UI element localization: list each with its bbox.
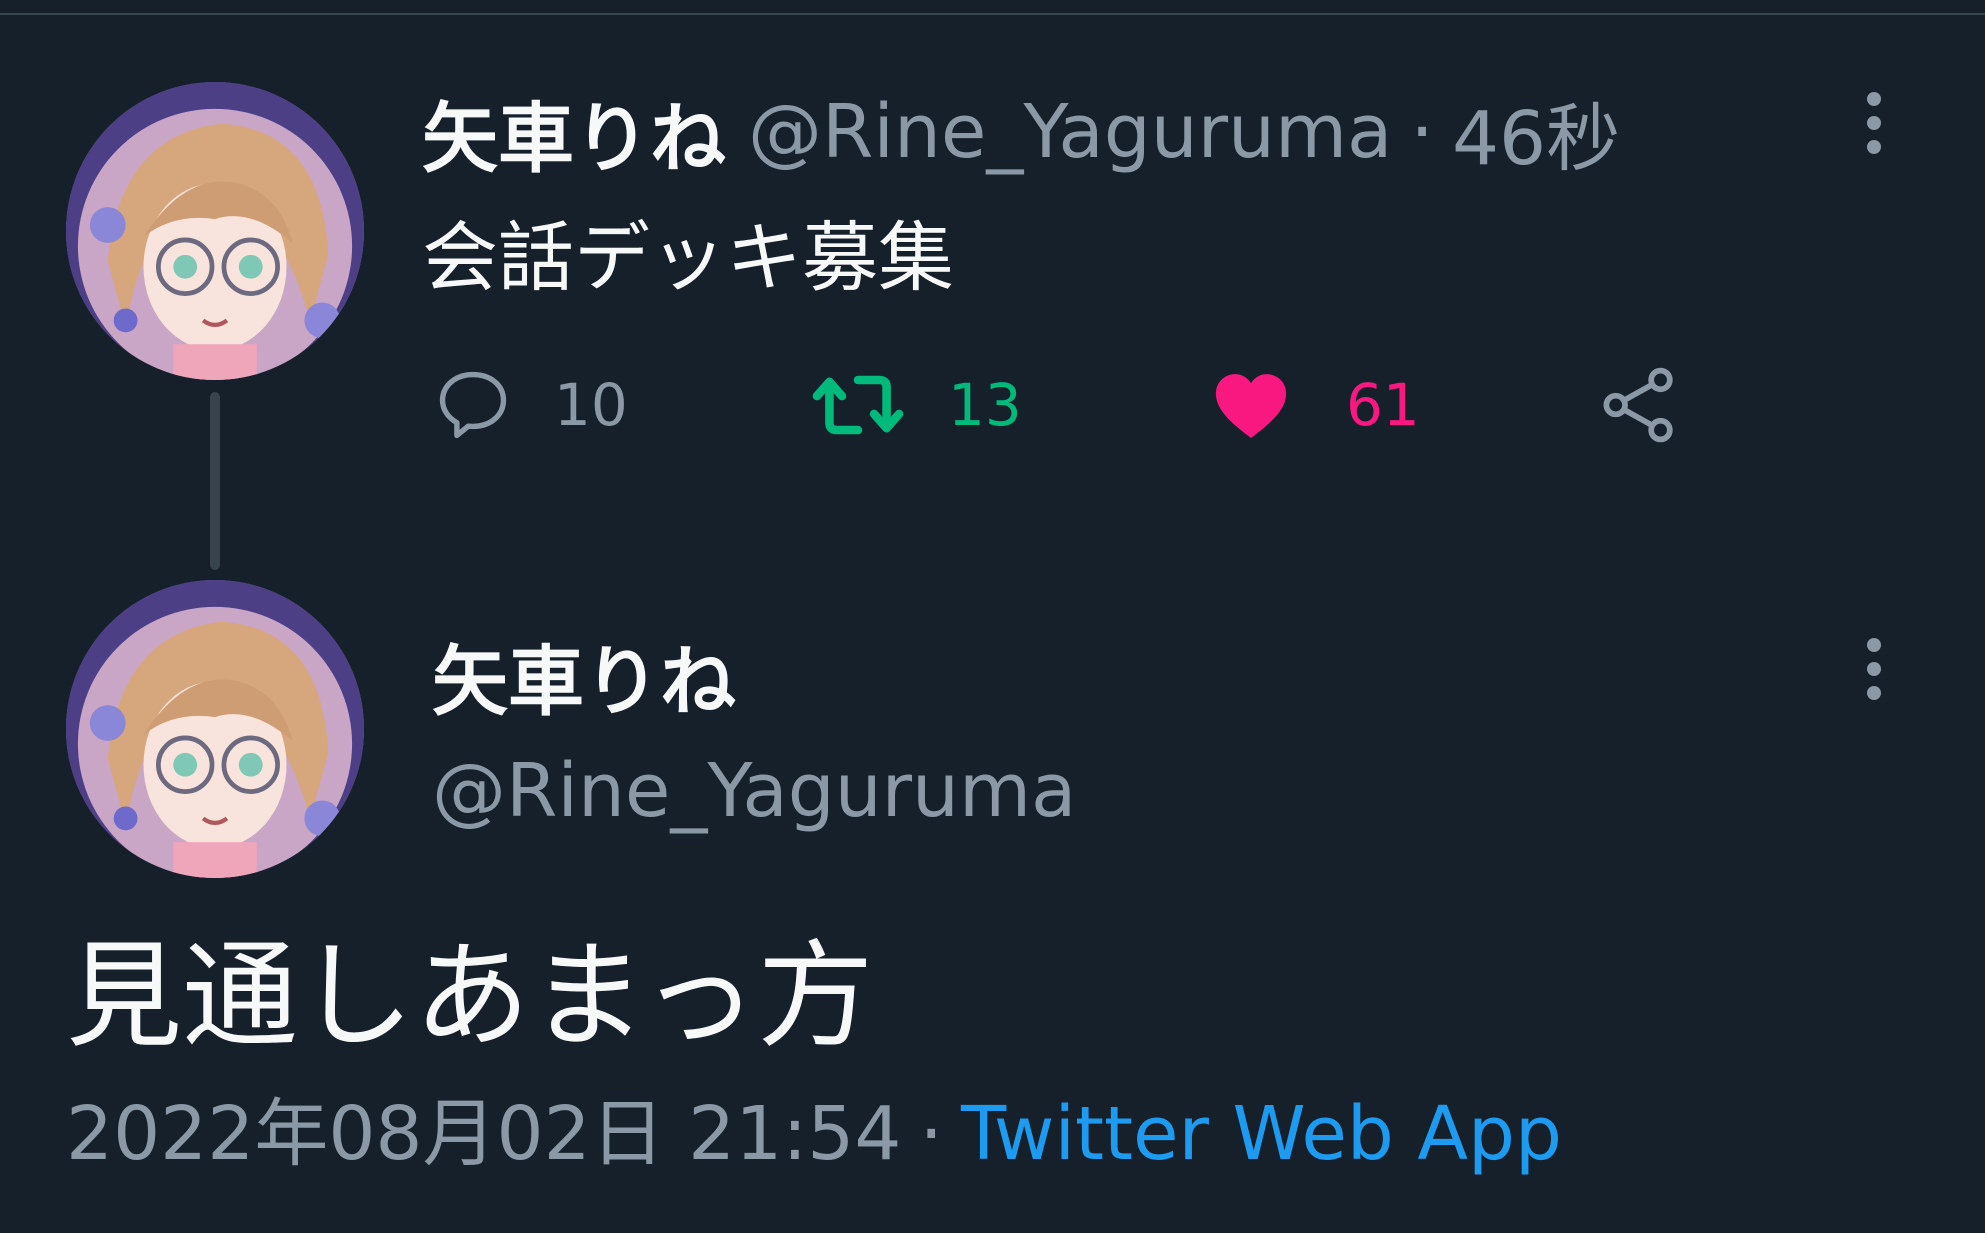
tweet-meta: 2022年08月02日 21:54 · Twitter Web App: [66, 1074, 1562, 1181]
avatar[interactable]: [66, 82, 364, 380]
user-handle[interactable]: @Rine_Yaguruma: [432, 748, 1076, 834]
thread-connector: [210, 392, 220, 570]
top-divider: [0, 0, 1985, 15]
tweet-text: 会話デッキ募集: [422, 213, 954, 302]
display-name[interactable]: 矢車りね: [422, 77, 726, 187]
tweet-header: 矢車りね @Rine_Yaguruma · 46秒: [422, 82, 1620, 183]
like-count: 61: [1346, 371, 1420, 439]
reply-icon: [439, 371, 507, 439]
tweet-time[interactable]: 46秒: [1452, 79, 1620, 186]
display-name[interactable]: 矢車りね: [432, 620, 736, 730]
avatar-image: [66, 580, 364, 878]
source-link[interactable]: Twitter Web App: [961, 1091, 1562, 1177]
tweet-datetime[interactable]: 2022年08月02日 21:54: [66, 1091, 901, 1177]
retweet-icon: [812, 375, 904, 435]
separator-dot: ·: [1410, 89, 1434, 175]
tweet-text: 見通しあまっ方: [66, 929, 874, 1064]
separator-dot: ·: [919, 1091, 943, 1177]
retweet-button[interactable]: 13: [808, 360, 1022, 450]
avatar-image: [66, 82, 364, 380]
user-handle[interactable]: @Rine_Yaguruma: [748, 89, 1392, 175]
retweet-count: 13: [948, 371, 1022, 439]
reply-button[interactable]: 10: [430, 360, 628, 450]
more-options-icon[interactable]: [1854, 78, 1894, 168]
reply-count: 10: [554, 371, 628, 439]
share-icon: [1603, 367, 1673, 443]
heart-icon: [1215, 374, 1287, 438]
like-button[interactable]: 61: [1206, 360, 1420, 450]
avatar[interactable]: [66, 580, 364, 878]
share-button[interactable]: [1596, 360, 1682, 450]
more-options-icon[interactable]: [1854, 624, 1894, 714]
